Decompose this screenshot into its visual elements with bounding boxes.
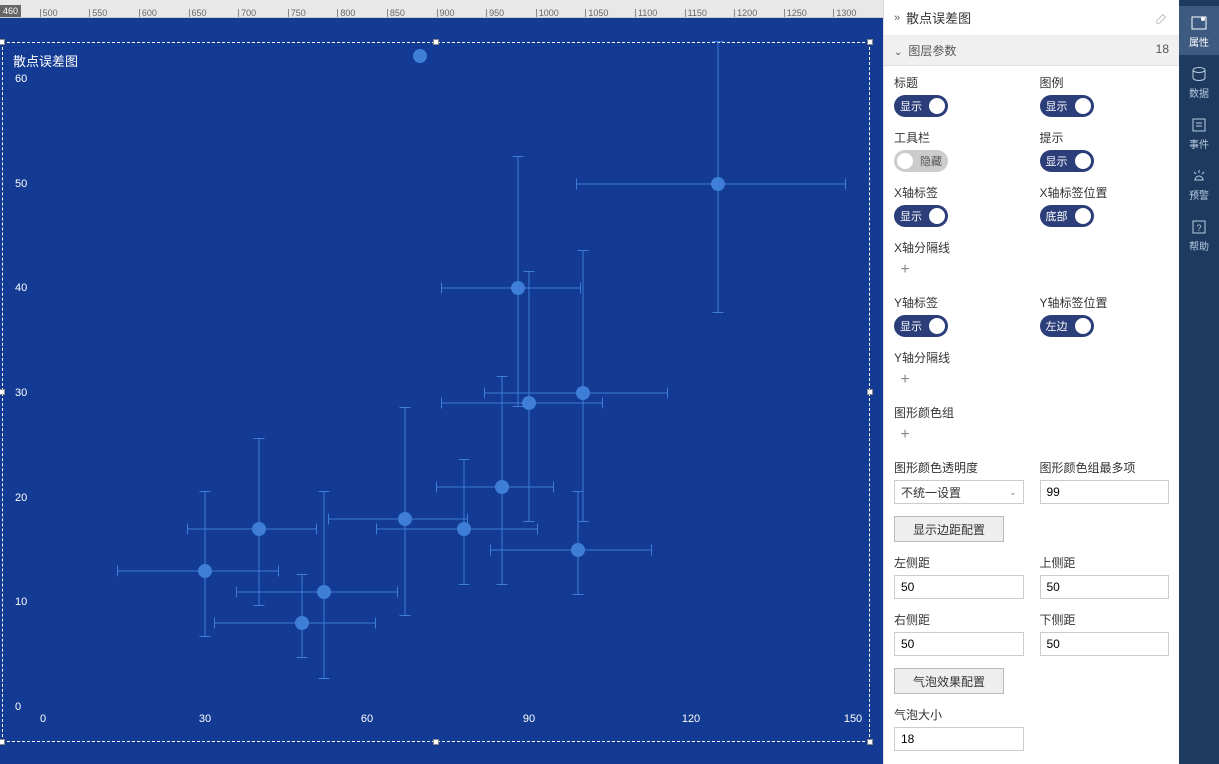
chart-title: 散点误差图 [13, 51, 78, 70]
right-margin-input[interactable] [894, 632, 1024, 656]
ruler-horizontal: 460 500550600650700750800850900950100010… [0, 0, 883, 18]
legend-marker [413, 49, 427, 63]
panel-title: 散点误差图 [906, 8, 1149, 27]
svg-text:?: ? [1196, 223, 1201, 233]
plot-area: 01020304050600306090120150 [43, 79, 853, 707]
bubble-config-button[interactable]: 气泡效果配置 [894, 668, 1004, 694]
edit-icon[interactable] [1155, 11, 1169, 25]
rail-events[interactable]: 事件 [1179, 108, 1219, 157]
add-y-splitline[interactable]: + [894, 370, 916, 392]
toggle-yaxis-pos[interactable]: 左边 [1040, 315, 1094, 337]
toggle-xaxis-label[interactable]: 显示 [894, 205, 948, 227]
opacity-select[interactable]: 不统一设置⌄ [894, 480, 1024, 504]
ruler-coord: 460 [0, 5, 21, 17]
events-icon [1190, 116, 1208, 134]
properties-panel: » 散点误差图 ⌄图层参数 18 标题 显示 图例 显示 工具栏 隐藏 提示 显… [883, 0, 1179, 764]
margin-config-button[interactable]: 显示边距配置 [894, 516, 1004, 542]
panel-header: » 散点误差图 [884, 0, 1179, 36]
alert-icon [1190, 167, 1208, 185]
toggle-legend[interactable]: 显示 [1040, 95, 1094, 117]
data-point[interactable] [571, 543, 585, 557]
left-margin-input[interactable] [894, 575, 1024, 599]
toggle-xaxis-pos[interactable]: 底部 [1040, 205, 1094, 227]
collapse-icon[interactable]: » [894, 12, 900, 24]
add-color-group[interactable]: + [894, 425, 916, 447]
data-point[interactable] [252, 522, 266, 536]
data-point[interactable] [522, 396, 536, 410]
chart-widget[interactable]: 散点误差图 01020304050600306090120150 [2, 42, 870, 742]
data-point[interactable] [295, 616, 309, 630]
section-header[interactable]: ⌄图层参数 18 [884, 36, 1179, 66]
max-items-input[interactable] [1040, 480, 1170, 504]
data-point[interactable] [457, 522, 471, 536]
top-margin-input[interactable] [1040, 575, 1170, 599]
add-x-splitline[interactable]: + [894, 260, 916, 282]
canvas-area: 460 500550600650700750800850900950100010… [0, 0, 883, 764]
data-point[interactable] [711, 177, 725, 191]
canvas-inner[interactable]: 散点误差图 01020304050600306090120150 [0, 18, 883, 764]
bottom-margin-input[interactable] [1040, 632, 1170, 656]
properties-icon [1190, 14, 1208, 32]
right-rail: 属性 数据 事件 预警 ?帮助 [1179, 0, 1219, 764]
toggle-title[interactable]: 显示 [894, 95, 948, 117]
data-point[interactable] [495, 480, 509, 494]
toggle-tooltip[interactable]: 显示 [1040, 150, 1094, 172]
data-point[interactable] [198, 564, 212, 578]
param-count: 18 [1156, 42, 1169, 59]
data-point[interactable] [317, 585, 331, 599]
data-icon [1190, 65, 1208, 83]
rail-properties[interactable]: 属性 [1179, 6, 1219, 55]
rail-data[interactable]: 数据 [1179, 57, 1219, 106]
rail-alert[interactable]: 预警 [1179, 159, 1219, 208]
data-point[interactable] [576, 386, 590, 400]
data-point[interactable] [511, 281, 525, 295]
toggle-yaxis-label[interactable]: 显示 [894, 315, 948, 337]
bubble-size-input[interactable] [894, 727, 1024, 751]
chevron-down-icon: ⌄ [894, 47, 902, 58]
data-point[interactable] [398, 512, 412, 526]
rail-help[interactable]: ?帮助 [1179, 210, 1219, 259]
toggle-toolbar[interactable]: 隐藏 [894, 150, 948, 172]
help-icon: ? [1190, 218, 1208, 236]
